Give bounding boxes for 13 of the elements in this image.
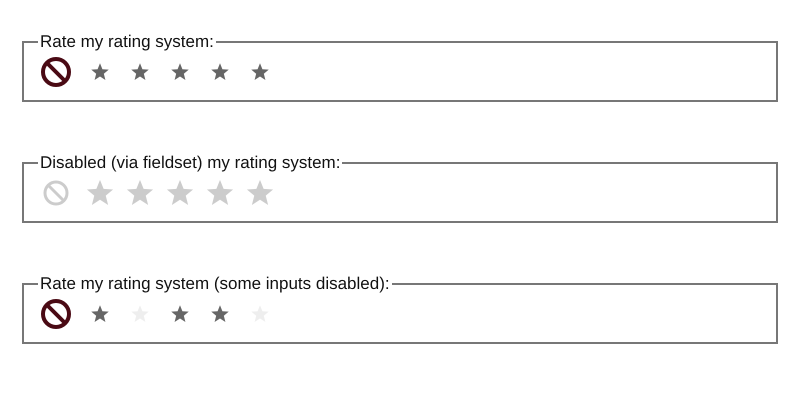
- star-icon[interactable]: [170, 62, 190, 82]
- fieldset-legend: Disabled (via fieldset) my rating system:: [38, 153, 342, 173]
- fieldset-legend: Rate my rating system (some inputs disabled):: [38, 274, 392, 294]
- star-icon[interactable]: [130, 62, 150, 82]
- clear-rating-icon[interactable]: [40, 298, 72, 330]
- star-icon[interactable]: [210, 62, 230, 82]
- fieldset-legend: Rate my rating system:: [38, 32, 216, 52]
- star-icon[interactable]: [170, 304, 190, 324]
- clear-rating-icon[interactable]: [40, 56, 72, 88]
- star-icon[interactable]: [210, 304, 230, 324]
- star-icon[interactable]: [90, 62, 110, 82]
- star-icon[interactable]: [90, 304, 110, 324]
- star-icon[interactable]: [250, 62, 270, 82]
